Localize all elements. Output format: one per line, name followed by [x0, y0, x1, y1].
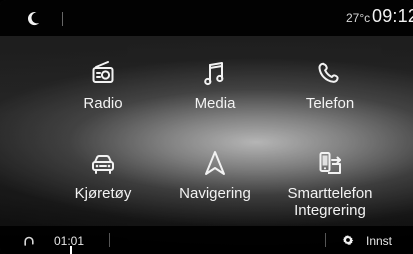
bottom-divider [325, 233, 326, 247]
smartphone-integration-icon [319, 152, 341, 174]
playback-progress-marker [70, 246, 72, 254]
tile-media[interactable]: Media [150, 50, 280, 130]
top-status-bar: 27°c 09:12 [0, 0, 413, 36]
settings-button-label[interactable]: Innst [366, 234, 392, 248]
navigation-arrow-icon [205, 151, 225, 175]
bottom-status-bar: 01:01 Innst [0, 226, 413, 254]
tile-label: Navigering [179, 185, 251, 202]
tile-label: Media [194, 95, 236, 112]
moon-icon[interactable] [26, 10, 42, 26]
phone-icon [318, 62, 339, 83]
outside-temperature: 27°c [346, 11, 371, 25]
top-divider [62, 12, 63, 26]
gear-icon[interactable] [341, 233, 355, 247]
music-note-icon [204, 62, 224, 86]
infotainment-screen: 27°c 09:12 Radio Media Telefon [0, 0, 413, 254]
tile-smartphone-integration[interactable]: Smarttelefon Integrering [265, 140, 395, 220]
clock: 09:12 [372, 6, 413, 26]
tile-label: Kjøretøy [74, 185, 132, 202]
car-icon [92, 155, 114, 174]
tile-navigation[interactable]: Navigering [150, 140, 280, 220]
tile-radio[interactable]: Radio [38, 50, 168, 130]
tile-label: Radio [83, 95, 123, 112]
tile-vehicle[interactable]: Kjøretøy [38, 140, 168, 220]
tile-phone[interactable]: Telefon [265, 50, 395, 130]
tile-label: Smarttelefon Integrering [287, 185, 373, 219]
audio-source-icon[interactable] [22, 234, 36, 248]
bottom-divider [109, 233, 110, 247]
radio-icon [92, 61, 114, 83]
tile-label: Telefon [305, 95, 355, 112]
